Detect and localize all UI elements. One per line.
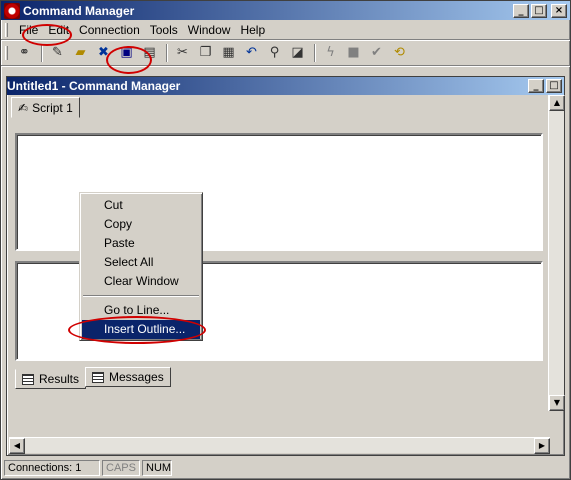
child-maximize-button[interactable]: □ (546, 79, 562, 93)
toolbar-separator (166, 43, 168, 62)
scroll-up-button[interactable]: ▲ (549, 95, 565, 111)
app-logo-icon (4, 2, 20, 19)
paste-icon[interactable]: ▦ (218, 42, 239, 63)
tab-messages[interactable]: Messages (85, 367, 171, 387)
menu-help[interactable]: Help (235, 23, 270, 37)
child-minimize-button[interactable]: _ (528, 79, 544, 93)
child-title: Untitled1 - Command Manager (7, 79, 181, 93)
maximize-button[interactable]: □ (531, 3, 547, 18)
save-icon[interactable]: ▣ (116, 42, 137, 63)
script-tab-row: ✍ Script 1 (7, 95, 564, 118)
undo-icon[interactable]: ↶ (241, 42, 262, 63)
open-icon[interactable]: ▰ (70, 42, 91, 63)
context-item-select-all[interactable]: Select All (82, 253, 200, 272)
scroll-down-button[interactable]: ▼ (549, 395, 565, 411)
context-item-copy[interactable]: Copy (82, 215, 200, 234)
toolbar: ⚭ ✎ ▰ ✖ ▣ ▤ ✂ ❐ ▦ ↶ ⚲ ◪ ϟ ■ ✔ ⟲ (1, 40, 570, 66)
scroll-right-button[interactable]: ▶ (534, 438, 550, 454)
window-title: Command Manager (23, 3, 135, 18)
execute-icon[interactable]: ϟ (320, 42, 341, 63)
tab-script-1-label: Script 1 (32, 100, 73, 115)
context-item-insert-outline[interactable]: Insert Outline... (82, 320, 200, 339)
main-titlebar[interactable]: Command Manager _ □ × (1, 1, 570, 20)
tab-script-1[interactable]: ✍ Script 1 (11, 97, 80, 118)
toolbar-separator (41, 43, 43, 62)
grid-icon (22, 373, 34, 385)
edit-icon[interactable]: ◪ (287, 42, 308, 63)
status-caps: CAPS (102, 460, 140, 476)
scroll-left-button[interactable]: ◀ (9, 438, 25, 454)
horizontal-scrollbar[interactable]: ◀ ▶ (9, 437, 550, 454)
toolbar-grip (5, 45, 8, 60)
vertical-scrollbar[interactable]: ▲ ▼ (548, 95, 565, 411)
context-item-paste[interactable]: Paste (82, 234, 200, 253)
script-icon: ✍ (18, 100, 29, 115)
context-separator (83, 295, 199, 297)
context-item-cut[interactable]: Cut (82, 196, 200, 215)
menu-connection[interactable]: Connection (74, 23, 145, 37)
tab-results-label: Results (39, 372, 80, 386)
stop-icon[interactable]: ■ (343, 42, 364, 63)
menu-tools[interactable]: Tools (145, 23, 183, 37)
context-item-go-to-line[interactable]: Go to Line... (82, 301, 200, 320)
context-menu: Cut Copy Paste Select All Clear Window G… (79, 192, 203, 341)
disconnect-icon[interactable]: ✖ (93, 42, 114, 63)
find-icon[interactable]: ⚲ (264, 42, 285, 63)
menu-window[interactable]: Window (183, 23, 236, 37)
check-icon[interactable]: ✔ (366, 42, 387, 63)
child-titlebar[interactable]: Untitled1 - Command Manager _ □ (7, 77, 564, 95)
save-as-icon[interactable]: ▤ (139, 42, 160, 63)
messages-icon (92, 371, 104, 383)
menu-grip (5, 22, 8, 37)
status-connections: Connections: 1 (4, 460, 100, 476)
toolbar-separator (314, 43, 316, 62)
status-num: NUM (142, 460, 172, 476)
tab-results[interactable]: Results (15, 369, 87, 389)
copy-icon[interactable]: ❐ (195, 42, 216, 63)
cut-icon[interactable]: ✂ (172, 42, 193, 63)
menu-edit[interactable]: Edit (43, 23, 74, 37)
connect-icon[interactable]: ⚭ (14, 42, 35, 63)
close-button[interactable]: × (551, 3, 567, 18)
refresh-icon[interactable]: ⟲ (389, 42, 410, 63)
menu-bar: File Edit Connection Tools Window Help (1, 20, 570, 40)
context-item-clear-window[interactable]: Clear Window (82, 272, 200, 291)
tab-messages-label: Messages (109, 370, 164, 384)
new-script-icon[interactable]: ✎ (47, 42, 68, 63)
menu-file[interactable]: File (14, 23, 43, 37)
minimize-button[interactable]: _ (513, 3, 529, 18)
